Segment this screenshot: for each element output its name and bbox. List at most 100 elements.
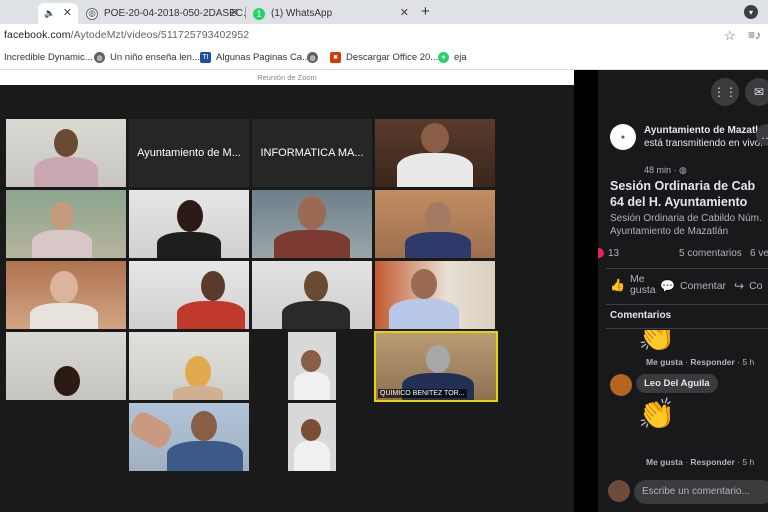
browser-tab-whatsapp[interactable]: 1 (1) WhatsApp ✕: [247, 3, 415, 24]
comment-author[interactable]: Leo Del Aguila: [636, 374, 718, 393]
screen: 🔈 ✕ ◍ POE-20-04-2018-050-2DASEC.pd ✕ 1 (…: [0, 0, 768, 512]
commenter-avatar[interactable]: [610, 374, 632, 396]
bookmark-label: Un niño enseña len...: [110, 52, 200, 63]
globe-icon: ◍: [307, 52, 318, 63]
participant-tile-name: Ayuntamiento de M...: [129, 119, 249, 187]
bookmark-label: eja: [454, 52, 467, 63]
bookmark-star-icon[interactable]: ☆: [724, 28, 736, 44]
close-tab-icon[interactable]: ✕: [230, 6, 239, 19]
globe-icon: ◍: [679, 165, 687, 175]
video-title-line: Sesión Ordinaria de Cab: [610, 179, 756, 193]
share-button[interactable]: ↪ Co: [734, 279, 763, 293]
like-label: Me gusta: [629, 273, 656, 296]
participant-tile: [252, 190, 372, 258]
participant-tile: [288, 332, 336, 400]
participant-tile: [129, 261, 249, 329]
participant-tile: [375, 119, 495, 187]
bookmark-item[interactable]: ■ Descargar Office 20...: [330, 52, 438, 63]
menu-grid-icon[interactable]: ⋮⋮: [711, 78, 739, 106]
comment-input[interactable]: Escribe un comentario...: [634, 480, 768, 504]
zoom-window-title: Reunión de Zoom: [0, 70, 574, 85]
tab-title: POE-20-04-2018-050-2DASEC.pd: [104, 8, 245, 19]
office-icon: ■: [330, 52, 341, 63]
comment-time[interactable]: 5 h: [742, 457, 754, 467]
video-player[interactable]: Reunión de Zoom Ayuntamiento de M... INF…: [0, 70, 598, 512]
globe-icon: ◍: [86, 7, 98, 20]
video-description: Sesión Ordinaria de Cabildo Núm. Ayuntam…: [610, 212, 768, 238]
thumbs-up-icon: 👍: [610, 278, 625, 292]
bookmark-item[interactable]: Incredible Dynamic...: [4, 52, 93, 63]
participant-name: Ayuntamiento de M...: [137, 147, 241, 159]
comment-reply-link[interactable]: Responder: [690, 457, 734, 467]
bookmark-item[interactable]: ◍: [307, 52, 323, 63]
comments-heading: Comentarios: [610, 310, 672, 321]
participant-tile: [6, 190, 126, 258]
engagement-stats: 13 5 comentarios 6 ve: [598, 246, 768, 264]
reactions-count[interactable]: 13: [608, 248, 619, 259]
page-avatar[interactable]: ●: [610, 124, 636, 150]
bookmarks-bar: Incredible Dynamic... ◍ Un niño enseña l…: [0, 48, 768, 70]
participant-tile: [375, 261, 495, 329]
bookmark-item[interactable]: TI Algunas Paginas Ca...: [200, 52, 310, 63]
globe-icon: ◍: [94, 52, 105, 63]
whatsapp-icon: 1: [253, 7, 265, 20]
description-line: Ayuntamiento de Mazatlán: [610, 226, 729, 237]
bookmark-item[interactable]: ● eja: [438, 52, 467, 63]
bookmark-item[interactable]: ◍ Un niño enseña len...: [94, 52, 200, 63]
video-title-line: 64 del H. Ayuntamiento: [610, 195, 748, 209]
participant-tile: [129, 190, 249, 258]
comment-time[interactable]: 5 h: [742, 357, 754, 367]
share-icon: ↪: [734, 279, 745, 293]
like-button[interactable]: 👍 Me gusta: [610, 274, 660, 296]
url-path: /AytodeMzt/videos/511725793402952: [70, 29, 250, 41]
description-line: Sesión Ordinaria de Cabildo Núm.: [610, 213, 762, 224]
current-user-avatar: [608, 480, 630, 502]
page-name[interactable]: Ayuntamiento de Mazatlán está transmitie…: [644, 124, 768, 150]
bookmark-label: Descargar Office 20...: [346, 52, 439, 63]
live-status-text: está transmitiendo en vivo.: [644, 138, 763, 149]
divider: [606, 268, 768, 269]
bookmark-label: Algunas Paginas Ca...: [216, 52, 311, 63]
tab-title: (1) WhatsApp: [271, 8, 333, 19]
participant-tile: [129, 332, 249, 400]
comment-actions: Me gusta · Responder · 5 h: [646, 457, 755, 467]
post-time[interactable]: 48 min · ◍: [644, 165, 687, 176]
media-control-icon[interactable]: ≡♪: [748, 28, 761, 42]
comment-button[interactable]: 💬 Comentar: [660, 279, 726, 293]
comment-reply-link[interactable]: Responder: [690, 357, 734, 367]
facebook-side-panel: ⋮⋮ ✉ ● Ayuntamiento de Mazatlán está tra…: [598, 70, 768, 512]
participant-tile: [252, 261, 372, 329]
participant-tile-name: INFORMATICA MA...: [252, 119, 372, 187]
ti-icon: TI: [200, 52, 211, 63]
address-bar[interactable]: facebook.com/AytodeMzt/videos/5117257934…: [0, 24, 768, 48]
divider: [606, 328, 768, 329]
close-tab-icon[interactable]: ✕: [63, 6, 72, 19]
participant-tile: [129, 403, 249, 471]
comment-like-link[interactable]: Me gusta: [646, 357, 683, 367]
comment-like-link[interactable]: Me gusta: [646, 457, 683, 467]
views-count: 6 ve: [750, 248, 768, 259]
new-tab-button[interactable]: +: [421, 3, 430, 20]
browser-tab-pdf[interactable]: ◍ POE-20-04-2018-050-2DASEC.pd ✕: [80, 3, 245, 24]
participant-tile: [6, 119, 126, 187]
url-host: facebook.com: [4, 29, 71, 41]
clapping-hands-sticker: 👏: [638, 398, 676, 431]
speaker-icon[interactable]: 🔈: [44, 8, 56, 20]
browser-tab-active[interactable]: 🔈 ✕: [38, 3, 78, 24]
post-actions: 👍 Me gusta 💬 Comentar ↪ Co: [606, 274, 768, 302]
url-text[interactable]: facebook.com/AytodeMzt/videos/5117257934…: [4, 29, 249, 41]
browser-tab-bar: 🔈 ✕ ◍ POE-20-04-2018-050-2DASEC.pd ✕ 1 (…: [0, 0, 768, 24]
participant-tile: [375, 190, 495, 258]
messenger-icon[interactable]: ✉: [745, 78, 768, 106]
divider: [606, 304, 768, 305]
tab-search-icon[interactable]: ▾: [744, 5, 758, 19]
participant-tile: [6, 261, 126, 329]
close-tab-icon[interactable]: ✕: [400, 6, 409, 19]
page-name-text[interactable]: Ayuntamiento de Mazatlán: [644, 125, 768, 136]
tab-separator: [245, 7, 246, 19]
share-label: Co: [749, 280, 763, 292]
whatsapp-icon: ●: [438, 52, 449, 63]
comments-count[interactable]: 5 comentarios: [679, 248, 742, 259]
comment-label: Comentar: [679, 280, 727, 292]
comment-actions: Me gusta · Responder · 5 h: [646, 357, 755, 367]
